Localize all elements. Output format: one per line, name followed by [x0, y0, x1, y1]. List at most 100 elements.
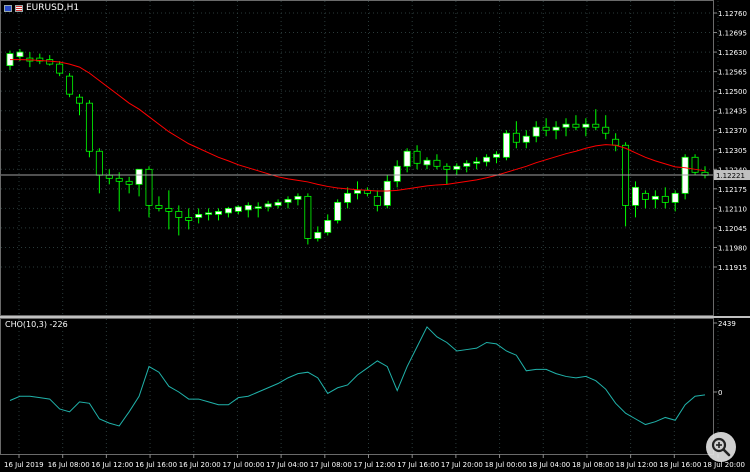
- candle-body-bull: [314, 232, 322, 239]
- candle-body-bear: [115, 177, 123, 182]
- candle-body-bear: [125, 180, 133, 185]
- candle-body-bull: [473, 161, 481, 164]
- candle-body-bull: [493, 153, 500, 158]
- candle-body-bull: [671, 192, 679, 203]
- candle-body-bull: [135, 168, 143, 185]
- candle-body-bull: [215, 210, 222, 215]
- candle-body-bear: [304, 195, 312, 239]
- time-label: 16 Jul 08:00: [48, 461, 90, 469]
- zoom-button[interactable]: [706, 432, 736, 462]
- candle-body-bull: [522, 135, 530, 143]
- price-label: 1.11915: [718, 264, 747, 272]
- candle-body-bull: [423, 159, 431, 166]
- candle-body-bull: [224, 207, 232, 214]
- price-label: 1.12175: [718, 186, 747, 194]
- price-label: 1.12695: [718, 30, 747, 38]
- price-label: 1.12110: [718, 205, 747, 213]
- candle-body-bull: [463, 162, 471, 167]
- candle-body-bull: [254, 206, 262, 209]
- chart-canvas[interactable]: 1.12760 1.12695 1.12630 1.12565 1.12500 1.124…: [0, 0, 750, 472]
- us-flag-icon: [15, 4, 23, 12]
- candle-body-bull: [562, 123, 570, 128]
- time-label: 17 Jul 04:00: [266, 461, 308, 469]
- candle-body-bear: [542, 126, 550, 131]
- candle-body-bull: [483, 156, 491, 163]
- indicator-title: CHO(10,3) -226: [5, 320, 68, 329]
- candle: [681, 154, 689, 200]
- time-label: 18 Jul 04:00: [528, 461, 570, 469]
- candle-body-bear: [46, 59, 54, 65]
- time-label: 18 Jul 08:00: [572, 461, 614, 469]
- chart-window[interactable]: 1.12760 1.12695 1.12630 1.12565 1.12500 1.124…: [0, 0, 750, 472]
- time-label: 17 Jul 12:00: [354, 461, 396, 469]
- candle-body-bear: [592, 123, 600, 128]
- candle-body-bull: [582, 123, 590, 128]
- candle-body-bear: [612, 138, 620, 146]
- candle-body-bull: [16, 51, 24, 57]
- time-label: 18 Jul 00:00: [485, 461, 527, 469]
- candle-body-bear: [165, 207, 173, 212]
- candle-body-bull: [552, 126, 560, 131]
- candle-body-bear: [76, 96, 83, 104]
- candle-body-bull: [294, 195, 302, 200]
- candle-body-bear: [641, 192, 649, 200]
- candle-body-bull: [334, 201, 342, 221]
- candle-body-bear: [56, 63, 64, 74]
- price-label: 1.12565: [718, 69, 747, 77]
- candle-body-bull: [195, 213, 203, 218]
- candle-body-bull: [632, 186, 639, 206]
- price-label: 1.12305: [718, 147, 747, 155]
- candle: [304, 193, 312, 245]
- candle-body-bear: [413, 150, 421, 164]
- osc-axis-label: 2439: [718, 320, 736, 328]
- time-label: 16 Jul 16:00: [135, 461, 177, 469]
- price-label: 1.12045: [718, 225, 747, 233]
- osc-axis-label: 0: [718, 389, 722, 397]
- candle-body-bull: [403, 150, 411, 167]
- candle-body-bull: [344, 192, 352, 203]
- candle-body-bull: [532, 126, 540, 137]
- symbol-header: EURUSD,H1: [4, 3, 79, 13]
- candle-body-bull: [205, 212, 213, 215]
- candle-body-bear: [512, 132, 520, 143]
- time-label: 17 Jul 16:00: [397, 461, 439, 469]
- candle-body-bear: [185, 217, 193, 221]
- magnifier-icon: [711, 437, 731, 457]
- time-label: 17 Jul 20:00: [441, 461, 483, 469]
- time-label: 18 Jul 12:00: [616, 461, 658, 469]
- candle-body-bull: [324, 220, 332, 233]
- candle-body-bear: [155, 204, 163, 209]
- candle-body-bull: [244, 204, 252, 211]
- candle-body-bull: [383, 180, 391, 206]
- candle-body-bull: [502, 132, 510, 158]
- candle-body-bull: [234, 206, 242, 212]
- candle-body-bear: [443, 165, 451, 170]
- chart-background: [0, 0, 750, 472]
- candle-body-bear: [373, 195, 381, 206]
- price-label: 1.12370: [718, 127, 747, 135]
- time-label: 18 Jul 16:00: [659, 461, 701, 469]
- time-label: 16 Jul 12:00: [91, 461, 133, 469]
- candle-body-bull: [453, 165, 461, 170]
- time-label: 16 Jul 2019: [4, 461, 44, 469]
- candle-body-bear: [602, 126, 610, 134]
- price-label: 1.12630: [718, 49, 747, 57]
- candle-body-bull: [354, 189, 361, 194]
- time-label: 17 Jul 08:00: [310, 461, 352, 469]
- symbol-title: EURUSD,H1: [26, 3, 80, 13]
- price-label: 1.12760: [718, 10, 747, 18]
- candle-body-bear: [105, 174, 113, 179]
- candle-body-bull: [264, 203, 272, 208]
- time-label: 16 Jul 20:00: [179, 461, 221, 469]
- candle-body-bear: [175, 210, 183, 218]
- price-label: 1.12500: [718, 88, 747, 96]
- candle: [334, 199, 342, 224]
- candle-body-bear: [85, 102, 93, 152]
- candle: [691, 154, 699, 176]
- candle-body-bear: [95, 150, 103, 176]
- candle: [66, 73, 74, 98]
- current-price-label: 1.12221: [716, 172, 745, 180]
- time-label: 17 Jul 00:00: [222, 461, 264, 469]
- candle-body-bear: [661, 195, 669, 203]
- candle-body-bull: [284, 198, 292, 203]
